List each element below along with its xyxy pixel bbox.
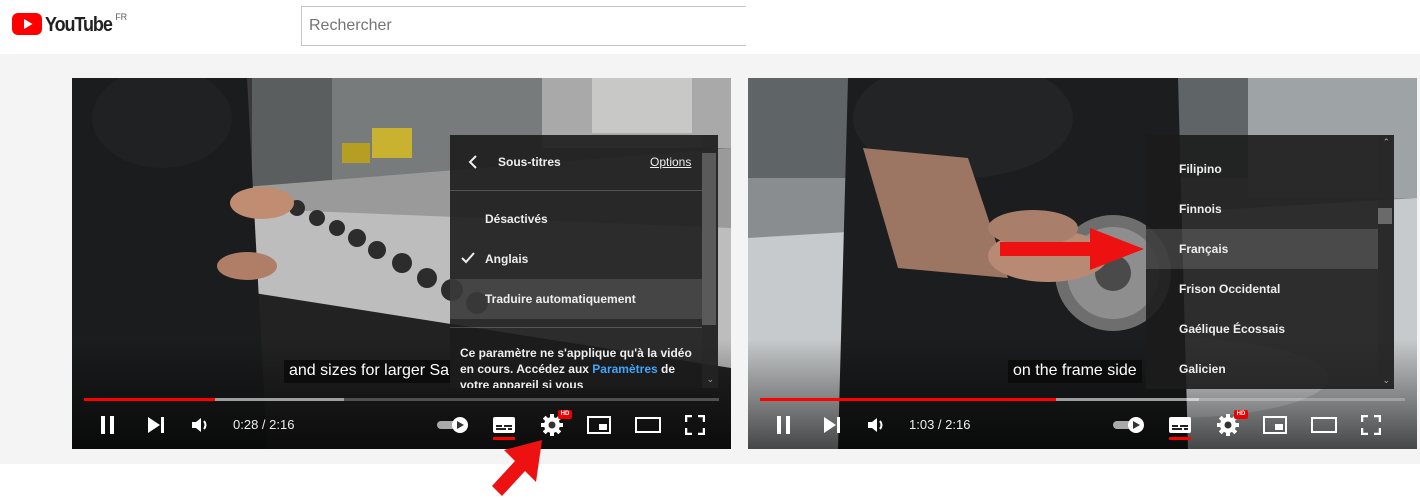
fullscreen-icon: [1361, 415, 1381, 435]
volume-icon: [868, 418, 883, 432]
menu-item-off[interactable]: Désactivés: [450, 199, 702, 239]
menu-divider: [450, 327, 702, 328]
volume-icon: [192, 418, 207, 432]
miniplayer-button[interactable]: [586, 410, 612, 440]
pause-icon: [101, 416, 114, 434]
hd-badge: HD: [1234, 410, 1248, 419]
autoplay-toggle-icon: [437, 417, 468, 433]
page-bottom-band: [0, 464, 1420, 500]
scroll-down-icon[interactable]: ⌄: [1382, 376, 1390, 385]
next-button[interactable]: [820, 410, 844, 440]
time-display: 1:03 / 2:16: [909, 417, 971, 432]
progress-played: [84, 398, 215, 401]
logo-text: YouTube: [45, 14, 113, 36]
language-item-finnois[interactable]: Finnois: [1146, 189, 1378, 229]
subtitle-caption: on the frame side: [1008, 360, 1142, 383]
menu-header: Sous-titres Options: [450, 135, 702, 191]
pause-button[interactable]: [96, 410, 120, 440]
language-item-gaelique-ecossais[interactable]: Gaélique Écossais: [1146, 309, 1378, 349]
country-code: FR: [115, 12, 128, 22]
autoplay-toggle[interactable]: [1110, 410, 1148, 440]
next-icon: [148, 417, 164, 433]
subtitles-icon: [1169, 417, 1191, 433]
check-icon: [461, 252, 475, 264]
menu-item-label: Anglais: [485, 252, 529, 266]
fullscreen-button[interactable]: [683, 410, 707, 440]
next-button[interactable]: [144, 410, 168, 440]
back-arrow-icon[interactable]: [468, 155, 478, 169]
menu-item-label: Désactivés: [485, 212, 548, 226]
menu-scrollbar[interactable]: ⌄: [702, 135, 718, 388]
video-player-left[interactable]: and sizes for larger Sa Sous-titres Opti…: [72, 78, 731, 449]
annotation-arrow-right: [1000, 228, 1144, 270]
theater-mode-icon: [1311, 417, 1337, 433]
subtitles-settings-menu: Sous-titres Options Désactivés Anglais T…: [450, 135, 718, 388]
youtube-play-logo-icon: [12, 13, 42, 35]
mute-button[interactable]: [866, 410, 888, 440]
subtitles-button[interactable]: [1168, 410, 1192, 440]
language-item-frison-occidental[interactable]: Frison Occidental: [1146, 269, 1378, 309]
fullscreen-button[interactable]: [1359, 410, 1383, 440]
fullscreen-icon: [685, 415, 705, 435]
language-item-filipino[interactable]: Filipino: [1146, 149, 1378, 189]
autoplay-toggle[interactable]: [434, 410, 472, 440]
menu-item-auto-translate[interactable]: Traduire automatiquement: [450, 279, 702, 319]
settings-link[interactable]: Paramètres: [592, 362, 657, 376]
pause-icon: [777, 416, 790, 434]
menu-title: Sous-titres: [498, 155, 561, 169]
menu-item-label: Traduire automatiquement: [485, 292, 636, 306]
scroll-up-icon[interactable]: ⌃: [1382, 138, 1390, 147]
menu-item-english[interactable]: Anglais: [450, 239, 702, 279]
menu-scrollbar[interactable]: ⌃ ⌄: [1378, 135, 1394, 389]
menu-scroll-thumb[interactable]: [702, 153, 716, 325]
hd-badge: HD: [558, 410, 572, 419]
video-player-right[interactable]: on the frame side Filipino Finnois Franç…: [748, 78, 1417, 449]
theater-mode-button[interactable]: [1310, 410, 1338, 440]
progress-bar[interactable]: [84, 398, 719, 401]
miniplayer-button[interactable]: [1262, 410, 1288, 440]
pause-button[interactable]: [772, 410, 796, 440]
menu-scroll-thumb[interactable]: [1378, 208, 1392, 224]
theater-mode-button[interactable]: [634, 410, 662, 440]
scroll-down-icon[interactable]: ⌄: [706, 375, 714, 384]
subtitle-caption: and sizes for larger Sa: [284, 360, 452, 383]
subtitles-button[interactable]: [492, 410, 516, 440]
theater-mode-icon: [635, 417, 661, 433]
language-item-francais[interactable]: Français: [1146, 229, 1378, 269]
mute-button[interactable]: [190, 410, 212, 440]
progress-bar[interactable]: [760, 398, 1405, 401]
masthead: YouTube FR: [0, 0, 1420, 54]
subtitles-icon: [493, 417, 515, 433]
time-display: 0:28 / 2:16: [233, 417, 295, 432]
language-item-galicien[interactable]: Galicien: [1146, 349, 1378, 389]
options-link[interactable]: Options: [650, 155, 691, 169]
search-input[interactable]: [301, 6, 746, 46]
menu-note: Ce paramètre ne s'applique qu'à la vidéo…: [460, 346, 692, 388]
progress-played: [760, 398, 1057, 401]
youtube-logo[interactable]: YouTube FR: [12, 12, 128, 37]
miniplayer-icon: [587, 416, 611, 434]
autoplay-toggle-icon: [1113, 417, 1144, 433]
subtitles-active-indicator: [1169, 437, 1191, 440]
miniplayer-icon: [1263, 416, 1287, 434]
next-icon: [824, 417, 840, 433]
subtitle-language-menu: Filipino Finnois Français Frison Occiden…: [1146, 135, 1394, 389]
annotation-arrow-up: [492, 440, 542, 496]
